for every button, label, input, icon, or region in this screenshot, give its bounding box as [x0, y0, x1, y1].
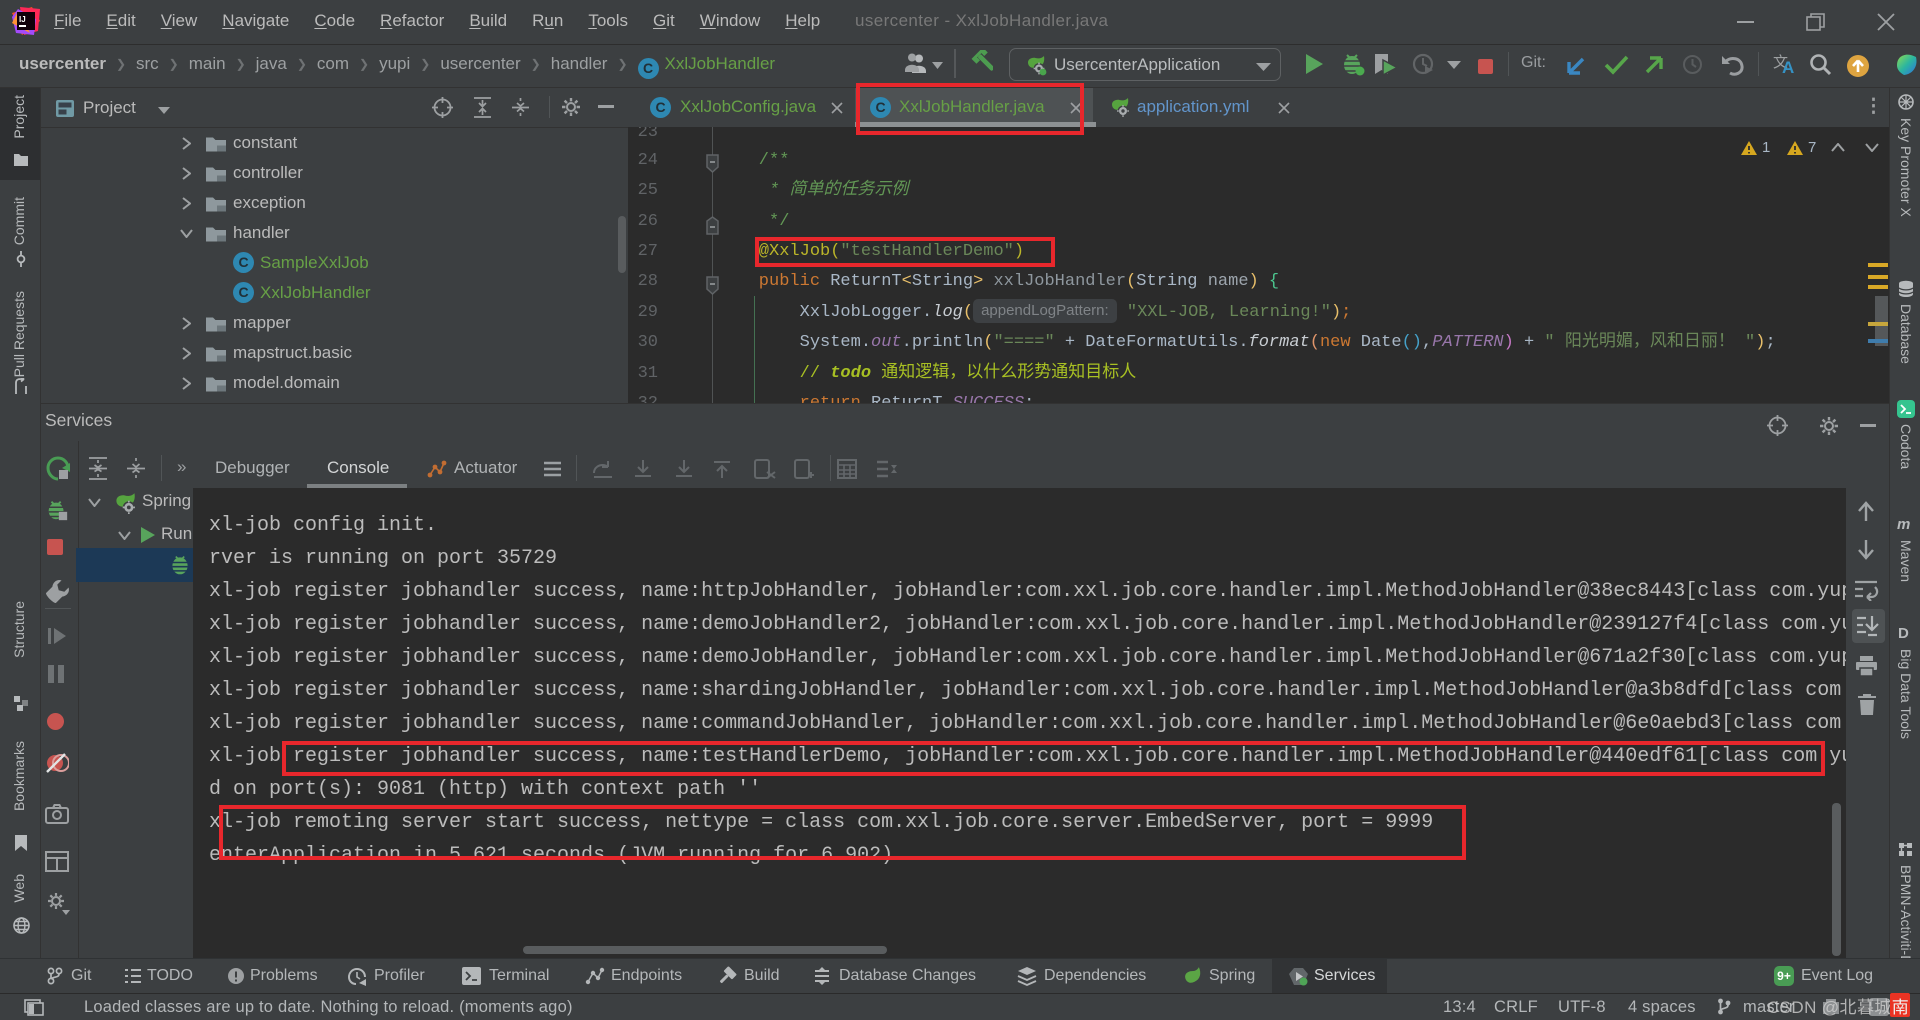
- svg-text:IJ: IJ: [19, 15, 26, 24]
